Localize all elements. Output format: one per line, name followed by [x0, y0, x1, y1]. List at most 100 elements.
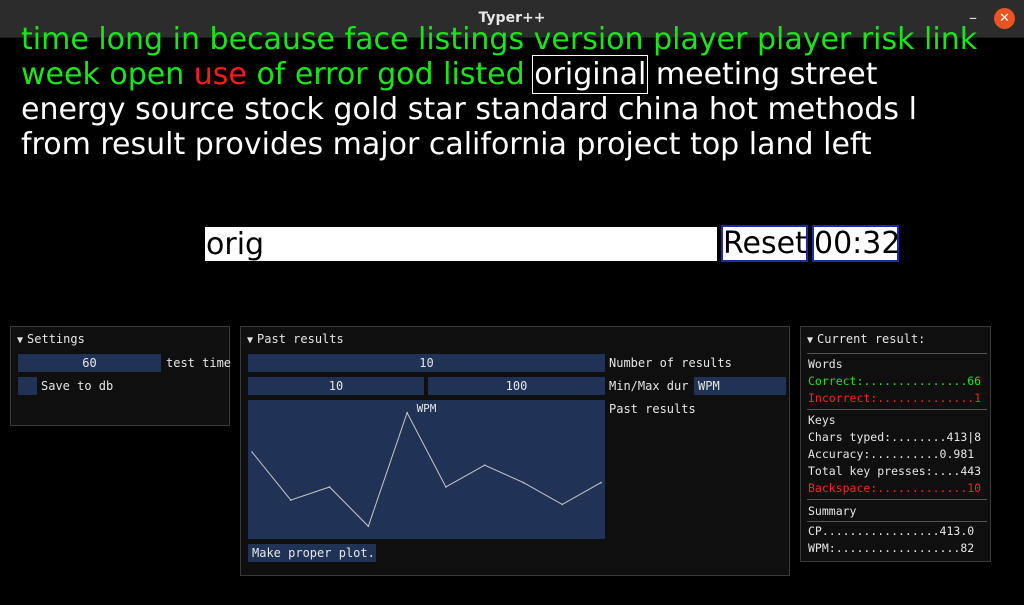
words-header: Words [808, 357, 843, 371]
word: week [21, 57, 100, 92]
min-duration-input[interactable]: 10 [248, 377, 424, 395]
wpm-point [406, 411, 408, 414]
min-max-duration-label: Min/Max dur [609, 379, 689, 393]
max-duration-input[interactable]: 100 [428, 377, 605, 395]
typing-input[interactable]: orig [205, 227, 717, 261]
total-key-presses-stat: Total key presses:....443 [808, 464, 982, 478]
wpm-point [522, 481, 525, 484]
word: listed [443, 57, 525, 92]
window-title: Typer++ [478, 10, 546, 26]
divider [807, 353, 987, 354]
divider [807, 409, 987, 410]
save-to-db-checkbox[interactable] [18, 377, 37, 395]
current-result-header[interactable]: ▼ Current result: [807, 330, 925, 348]
chars-typed-stat: Chars typed:........413|8 [808, 430, 982, 444]
past-results-header[interactable]: ▼ Past results [247, 330, 344, 348]
wpm-point [561, 503, 564, 506]
word: use [193, 57, 247, 92]
word: from [21, 127, 91, 162]
settings-header[interactable]: ▼ Settings [17, 330, 85, 348]
collapse-arrow-icon: ▼ [17, 335, 24, 346]
past-results-label: Past results [609, 402, 696, 416]
word: l [908, 92, 917, 127]
word: in [172, 25, 200, 57]
word: version [533, 25, 644, 57]
word: project [576, 127, 681, 162]
wpm-plot-svg [251, 411, 602, 528]
cp-stat: CP.................413.0 [808, 524, 975, 538]
word: methods [767, 92, 900, 127]
word: hot [708, 92, 758, 127]
wpm-series-line [251, 411, 602, 528]
typing-text-area: time long in because face listings versi… [21, 25, 1021, 170]
summary-header: Summary [808, 504, 857, 518]
word: gold [333, 92, 399, 127]
number-of-results-input[interactable]: 10 [248, 354, 605, 372]
wpm-point [289, 499, 292, 501]
word: top [690, 127, 740, 162]
word: energy [21, 92, 126, 127]
test-time-label: test time [166, 356, 232, 370]
metric-select[interactable]: WPM [694, 377, 786, 395]
accuracy-stat: Accuracy:..........0.981 [808, 447, 975, 461]
word: listings [418, 25, 525, 57]
past-results-panel: ▼ Past results 10 Number of results 10 10… [240, 326, 790, 576]
word: stock [244, 92, 324, 127]
word: standard [475, 92, 609, 127]
wpm-point [445, 486, 447, 488]
save-to-db-label: Save to db [41, 379, 114, 393]
word: god [377, 57, 434, 92]
wpm-stat: WPM:..................82 [808, 541, 975, 555]
word: risk [860, 25, 915, 57]
correct-stat: Correct:...............66 [808, 374, 982, 388]
keys-header: Keys [808, 413, 836, 427]
wpm-point [328, 486, 331, 488]
word: player [756, 25, 852, 57]
word: of [256, 57, 286, 92]
wpm-point [600, 481, 602, 484]
reset-button[interactable]: Reset [721, 225, 808, 262]
word: california [428, 127, 567, 162]
word: star [407, 92, 466, 127]
current-word: original [532, 55, 649, 94]
past-results-title: Past results [257, 332, 344, 346]
word: result [100, 127, 186, 162]
word: provides [194, 127, 324, 162]
test-time-input[interactable]: 60 [18, 354, 161, 372]
text-line: week open use of error god listed origin… [21, 55, 878, 94]
collapse-arrow-icon: ▼ [247, 335, 254, 346]
text-line: energy source stock gold star standard c… [21, 92, 917, 127]
backspace-stat: Backspace:.............10 [808, 481, 982, 495]
word: land [748, 127, 814, 162]
word: source [135, 92, 235, 127]
divider [807, 521, 987, 522]
timer-display: 00:32 [812, 225, 901, 262]
settings-panel: ▼ Settings 60 test time Save to db [10, 326, 232, 426]
word: major [332, 127, 420, 162]
settings-title: Settings [27, 332, 85, 346]
number-of-results-label: Number of results [609, 356, 732, 370]
word: player [653, 25, 748, 57]
text-line: time long in because face listings versi… [21, 25, 977, 57]
current-result-title: Current result: [817, 332, 926, 346]
word: street [789, 57, 878, 92]
text-line: from result provides major california pr… [21, 127, 872, 162]
word: because [209, 25, 336, 57]
make-proper-plot-button[interactable]: Make proper plot. [248, 544, 376, 562]
word: meeting [655, 57, 781, 92]
word: face [344, 25, 409, 57]
wpm-point [251, 451, 253, 453]
current-result-panel: ▼ Current result: Words Correct:.........… [800, 326, 991, 562]
word: error [294, 57, 368, 92]
word: left [823, 127, 872, 162]
collapse-arrow-icon: ▼ [807, 335, 814, 346]
word: link [924, 25, 978, 57]
incorrect-stat: Incorrect:..............1 [808, 391, 982, 405]
word: long [98, 25, 164, 57]
word: open [109, 57, 185, 92]
word: china [618, 92, 700, 127]
wpm-point [483, 464, 486, 466]
divider [807, 499, 987, 500]
wpm-point [367, 525, 370, 528]
word: time [21, 25, 89, 57]
